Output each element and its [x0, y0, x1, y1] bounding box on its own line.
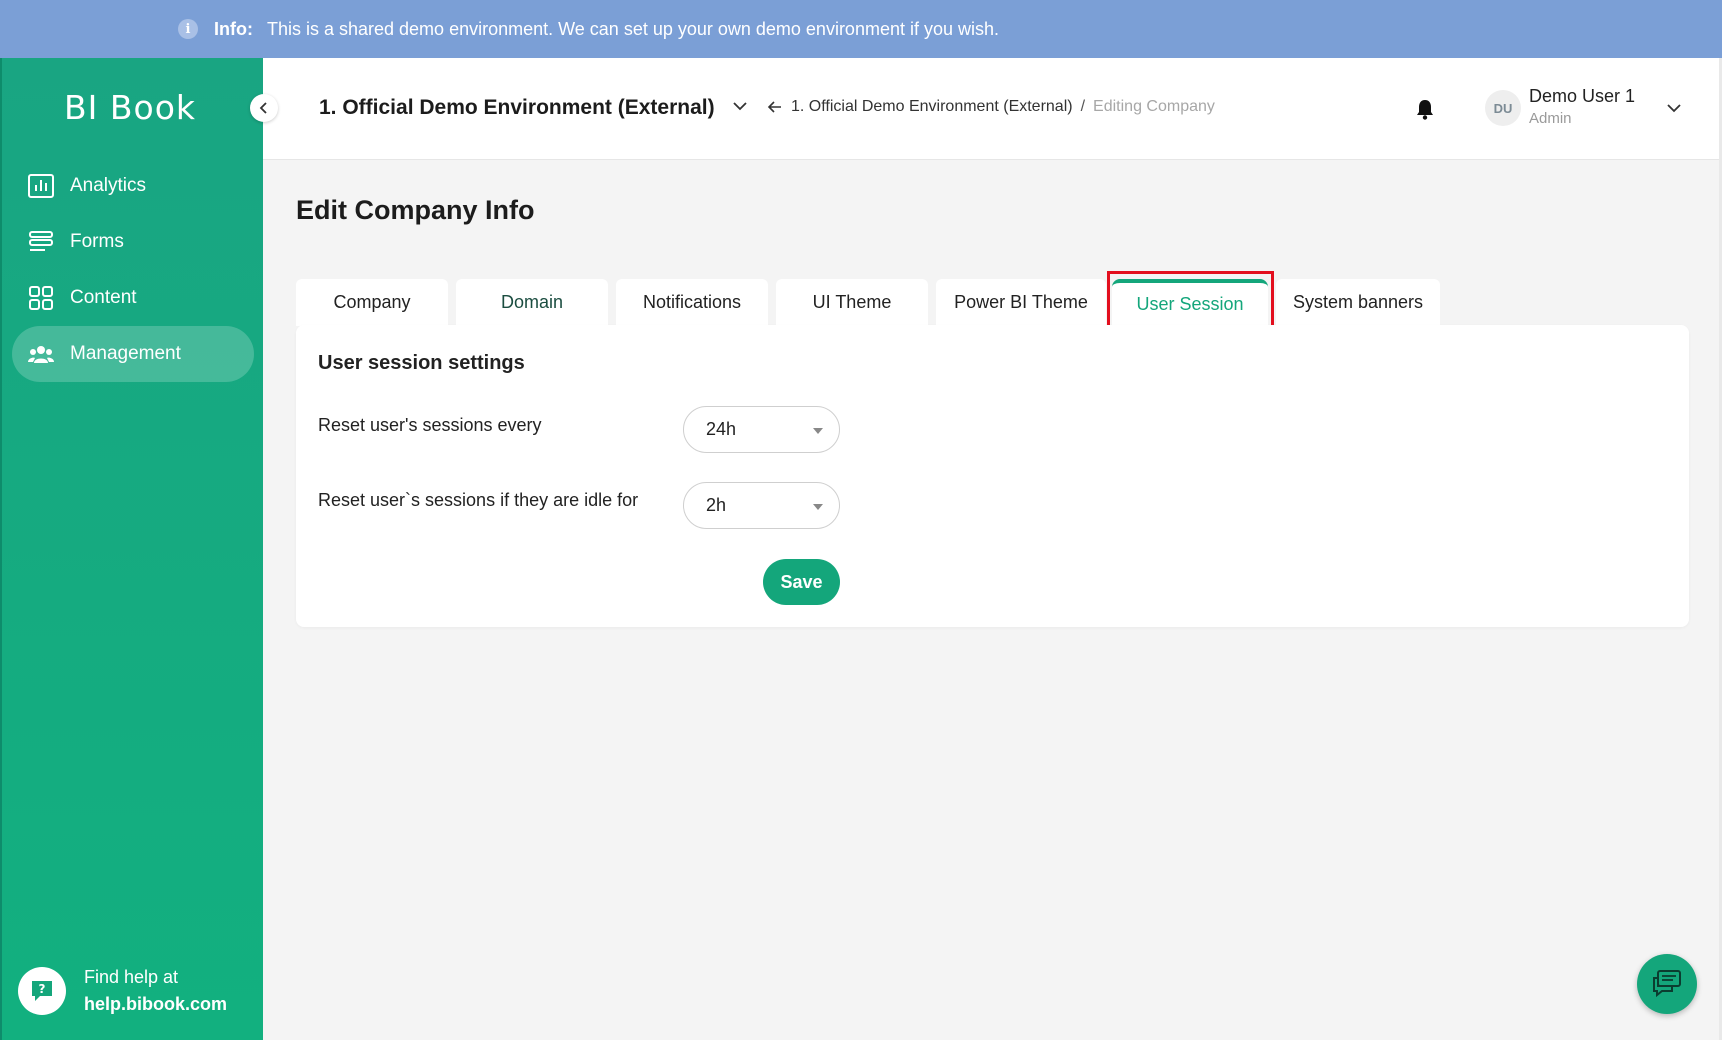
sidebar-item-management[interactable]: Management: [12, 326, 254, 382]
breadcrumb-separator: /: [1080, 98, 1086, 115]
help-line1: Find help at: [84, 967, 179, 987]
page-title: Edit Company Info: [296, 195, 535, 225]
card-title: User session settings: [318, 352, 525, 374]
sidebar-nav: Analytics Forms Content Management: [12, 158, 254, 382]
breadcrumb-environment-link[interactable]: 1. Official Demo Environment (External): [791, 98, 1073, 116]
users-group-icon: [28, 341, 54, 367]
back-arrow-icon[interactable]: [767, 99, 783, 115]
dropdown-caret-icon: [813, 504, 823, 510]
help-url[interactable]: help.bibook.com: [84, 994, 227, 1014]
sidebar-item-label: Analytics: [70, 175, 147, 196]
avatar[interactable]: DU: [1485, 90, 1521, 126]
analytics-chart-icon: [28, 173, 54, 199]
info-banner: i Info: This is a shared demo environmen…: [0, 0, 1722, 58]
tab-company[interactable]: Company: [296, 279, 448, 326]
tab-notifications[interactable]: Notifications: [616, 279, 768, 326]
environment-title[interactable]: 1. Official Demo Environment (External): [319, 96, 715, 120]
content-grid-icon: [28, 285, 54, 311]
top-header: 1. Official Demo Environment (External) …: [263, 58, 1722, 160]
tab-system-banners[interactable]: System banners: [1276, 279, 1440, 326]
environment-dropdown-chevron-icon[interactable]: [732, 98, 748, 119]
breadcrumb-current: Editing Company: [1093, 98, 1215, 115]
forms-list-icon: [28, 229, 54, 255]
sidebar: BI Book Analytics Forms Content Manageme…: [0, 58, 278, 1040]
dropdown-caret-icon: [813, 428, 823, 434]
chevron-left-icon: [259, 102, 267, 114]
app-logo[interactable]: BI Book: [64, 88, 196, 127]
reset-sessions-idle-select[interactable]: 2h: [683, 482, 840, 529]
info-message: This is a shared demo environment. We ca…: [266, 18, 1000, 39]
svg-text:?: ?: [39, 982, 46, 996]
tab-domain[interactable]: Domain: [456, 279, 608, 326]
user-session-card: User session settings Reset user's sessi…: [296, 325, 1689, 627]
tab-power-bi-theme[interactable]: Power BI Theme: [936, 279, 1106, 326]
info-icon: i: [178, 19, 198, 39]
reset-sessions-every-label: Reset user's sessions every: [318, 415, 542, 435]
chat-support-button[interactable]: [1637, 954, 1697, 1014]
user-role: Admin: [1529, 110, 1572, 127]
chat-bubble-icon: [1653, 970, 1681, 998]
tab-ui-theme[interactable]: UI Theme: [776, 279, 928, 326]
sidebar-item-analytics[interactable]: Analytics: [12, 158, 254, 214]
breadcrumb: 1. Official Demo Environment (External) …: [767, 98, 1215, 116]
sidebar-item-content[interactable]: Content: [12, 270, 254, 326]
user-name: Demo User 1: [1529, 86, 1636, 106]
collapse-sidebar-button[interactable]: [250, 94, 278, 122]
reset-sessions-every-value: 24h: [706, 419, 737, 439]
tab-user-session[interactable]: User Session: [1112, 279, 1268, 326]
sidebar-item-forms[interactable]: Forms: [12, 214, 254, 270]
reset-sessions-every-select[interactable]: 24h: [683, 406, 840, 453]
help-text: Find help at help.bibook.com: [84, 964, 227, 1018]
sidebar-item-label: Content: [70, 287, 137, 308]
notifications-bell-icon[interactable]: [1415, 98, 1435, 125]
save-button[interactable]: Save: [763, 559, 840, 605]
sidebar-item-label: Forms: [70, 231, 124, 252]
user-menu-chevron-icon[interactable]: [1666, 100, 1682, 121]
sidebar-item-label: Management: [70, 343, 181, 364]
info-label: Info:: [214, 18, 253, 39]
reset-sessions-idle-value: 2h: [706, 495, 727, 515]
reset-sessions-idle-label: Reset user`s sessions if they are idle f…: [318, 490, 639, 510]
help-chat-icon: ?: [18, 967, 66, 1015]
help-link[interactable]: ? Find help at help.bibook.com: [18, 964, 227, 1018]
